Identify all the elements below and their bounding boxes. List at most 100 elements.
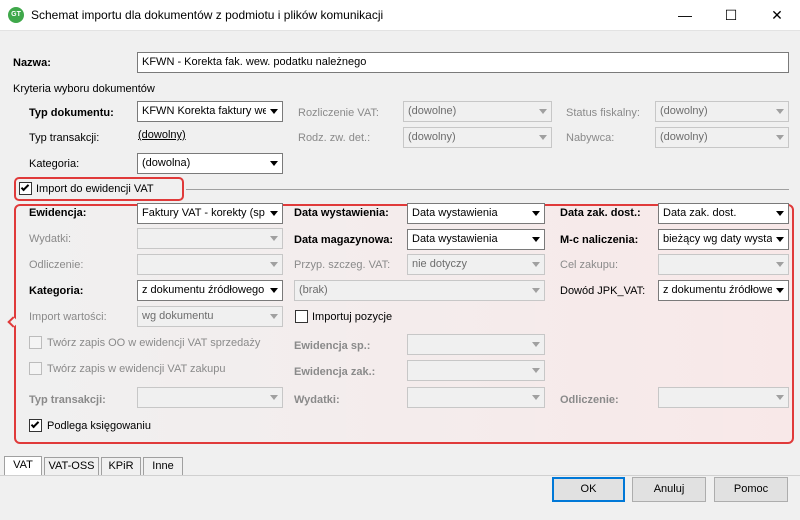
- check-icon: [20, 182, 30, 192]
- tab-vat[interactable]: VAT: [4, 456, 42, 476]
- typ-transakcji-vat-select[interactable]: [137, 387, 283, 408]
- typ-transakcji-vat-label: Typ transakcji:: [29, 394, 106, 406]
- nabywca-label: Nabywca:: [566, 132, 615, 144]
- typ-transakcji-link[interactable]: (dowolny): [138, 129, 186, 141]
- dowod-jpk-label: Dowód JPK_VAT:: [560, 285, 646, 297]
- przyp-szczeg-label: Przyp. szczeg. VAT:: [294, 259, 391, 271]
- kategoria-label: Kategoria:: [29, 158, 80, 170]
- chevron-down-icon: [532, 237, 540, 242]
- zapis-zakupu-label: Twórz zapis w ewidencji VAT zakupu: [47, 363, 226, 375]
- cel-zakupu-label: Cel zakupu:: [560, 259, 619, 271]
- chevron-down-icon: [776, 237, 784, 242]
- podlega-label: Podlega księgowaniu: [47, 420, 151, 432]
- tab-kpir[interactable]: KPiR: [101, 457, 141, 476]
- wydatki2-select[interactable]: [407, 387, 545, 408]
- chevron-down-icon: [776, 135, 784, 140]
- status-fiskalny-select[interactable]: (dowolny): [655, 101, 789, 122]
- chevron-down-icon: [270, 288, 278, 293]
- odliczenie2-label: Odliczenie:: [560, 394, 619, 406]
- dowod-jpk-select[interactable]: z dokumentu źródłowe: [658, 280, 789, 301]
- nazwa-label: Nazwa:: [13, 57, 51, 69]
- zapis-oo-label: Twórz zapis OO w ewidencji VAT sprzedaży: [47, 337, 261, 349]
- status-fiskalny-label: Status fiskalny:: [566, 107, 640, 119]
- import-wartosci-select[interactable]: wg dokumentu: [137, 306, 283, 327]
- data-zak-dost-select[interactable]: Data zak. dost.: [658, 203, 789, 224]
- chevron-down-icon: [776, 109, 784, 114]
- maximize-button[interactable]: ☐: [708, 0, 754, 31]
- zapis-zakupu-checkbox[interactable]: [29, 362, 42, 375]
- app-logo-icon: GT: [8, 7, 24, 23]
- title-bar: GT Schemat importu dla dokumentów z podm…: [0, 0, 800, 31]
- chevron-down-icon: [532, 395, 540, 400]
- kryteria-heading: Kryteria wyboru dokumentów: [13, 83, 155, 95]
- chevron-down-icon: [270, 161, 278, 166]
- chevron-down-icon: [532, 342, 540, 347]
- data-zak-dost-label: Data zak. dost.:: [560, 207, 641, 219]
- chevron-down-icon: [532, 288, 540, 293]
- typ-dokumentu-select[interactable]: KFWN Korekta faktury we: [137, 101, 283, 122]
- chevron-down-icon: [270, 314, 278, 319]
- check-icon: [30, 419, 40, 429]
- ewidencja-sp-select[interactable]: [407, 334, 545, 355]
- close-button[interactable]: ✕: [754, 0, 800, 31]
- data-magazynowa-label: Data magazynowa:: [294, 234, 394, 246]
- chevron-down-icon: [270, 395, 278, 400]
- kategoria-vat-select[interactable]: z dokumentu źródłowego: [137, 280, 283, 301]
- cancel-button[interactable]: Anuluj: [632, 477, 706, 502]
- data-wystawienia-label: Data wystawienia:: [294, 207, 389, 219]
- wydatki2-label: Wydatki:: [294, 394, 340, 406]
- chevron-down-icon: [532, 211, 540, 216]
- window-title: Schemat importu dla dokumentów z podmiot…: [31, 8, 384, 22]
- tab-vat-oss[interactable]: VAT-OSS: [44, 457, 99, 476]
- mc-naliczenia-select[interactable]: bieżący wg daty wysta: [658, 229, 789, 250]
- ewidencja-zak-label: Ewidencja zak.:: [294, 366, 376, 378]
- nazwa-input[interactable]: KFWN - Korekta fak. wew. podatku należne…: [137, 52, 789, 73]
- chevron-down-icon: [539, 135, 547, 140]
- kategoria-vat-label: Kategoria:: [29, 285, 84, 297]
- nabywca-select[interactable]: (dowolny): [655, 127, 789, 148]
- brak-select[interactable]: (brak): [294, 280, 545, 301]
- rozliczenie-vat-label: Rozliczenie VAT:: [298, 107, 379, 119]
- odliczenie-select[interactable]: [137, 254, 283, 275]
- chevron-down-icon: [270, 109, 278, 114]
- chevron-down-icon: [270, 211, 278, 216]
- odliczenie-label: Odliczenie:: [29, 259, 84, 271]
- data-wystawienia-select[interactable]: Data wystawienia: [407, 203, 545, 224]
- rodz-zw-det-select[interactable]: (dowolny): [403, 127, 552, 148]
- importuj-pozycje-label: Importuj pozycje: [312, 311, 393, 323]
- import-vat-label: Import do ewidencji VAT: [36, 183, 154, 195]
- rodz-zw-det-label: Rodz. zw. det.:: [298, 132, 371, 144]
- podlega-checkbox[interactable]: [29, 419, 42, 432]
- chevron-down-icon: [776, 288, 784, 293]
- wydatki-label: Wydatki:: [29, 233, 72, 245]
- kategoria-select[interactable]: (dowolna): [137, 153, 283, 174]
- chevron-down-icon: [539, 109, 547, 114]
- chevron-down-icon: [532, 262, 540, 267]
- importuj-pozycje-checkbox[interactable]: [295, 310, 308, 323]
- mc-naliczenia-label: M-c naliczenia:: [560, 234, 639, 246]
- help-button[interactable]: Pomoc: [714, 477, 788, 502]
- typ-dokumentu-label: Typ dokumentu:: [29, 107, 114, 119]
- chevron-down-icon: [270, 236, 278, 241]
- typ-transakcji-label: Typ transakcji:: [29, 132, 100, 144]
- ewidencja-sp-label: Ewidencja sp.:: [294, 340, 371, 352]
- import-wartosci-label: Import wartości:: [29, 311, 107, 323]
- przyp-szczeg-select[interactable]: nie dotyczy: [407, 254, 545, 275]
- import-vat-checkbox[interactable]: [19, 182, 32, 195]
- rozliczenie-vat-select[interactable]: (dowolne): [403, 101, 552, 122]
- cel-zakupu-select[interactable]: [658, 254, 789, 275]
- ewidencja-zak-select[interactable]: [407, 360, 545, 381]
- wydatki-select[interactable]: [137, 228, 283, 249]
- ewidencja-label: Ewidencja:: [29, 207, 87, 219]
- zapis-oo-checkbox[interactable]: [29, 336, 42, 349]
- data-magazynowa-select[interactable]: Data wystawienia: [407, 229, 545, 250]
- ok-button[interactable]: OK: [552, 477, 625, 502]
- chevron-down-icon: [776, 211, 784, 216]
- chevron-down-icon: [532, 368, 540, 373]
- chevron-down-icon: [776, 262, 784, 267]
- odliczenie2-select[interactable]: [658, 387, 789, 408]
- chevron-down-icon: [270, 262, 278, 267]
- tab-inne[interactable]: Inne: [143, 457, 183, 476]
- minimize-button[interactable]: —: [662, 0, 708, 31]
- ewidencja-select[interactable]: Faktury VAT - korekty (sp: [137, 203, 283, 224]
